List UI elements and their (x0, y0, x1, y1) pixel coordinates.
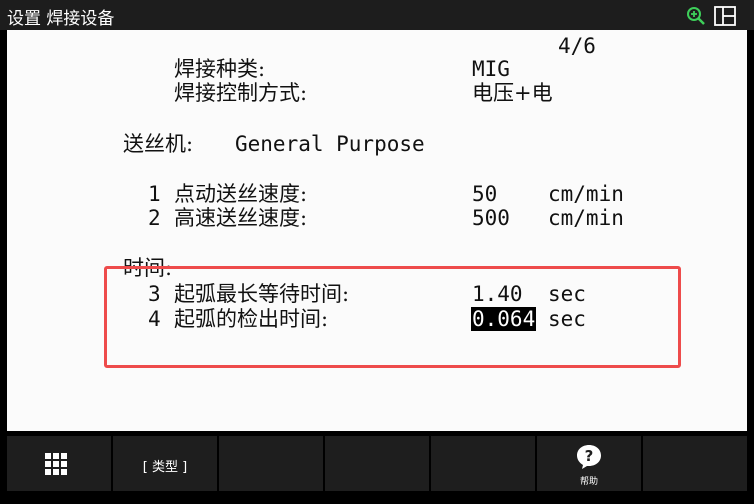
welding-control-label: 焊接控制方式: (174, 81, 308, 105)
window-title: 设置 焊接设备 (7, 9, 115, 29)
settings-panel: 4/6 焊接种类: MIG 焊接控制方式: 电压+电 送丝机: General … (7, 30, 747, 431)
svg-text:?: ? (585, 447, 594, 465)
welding-control-value[interactable]: 电压+电 (472, 81, 553, 105)
welding-type-value[interactable]: MIG (472, 57, 510, 81)
softkey-5[interactable] (431, 436, 537, 491)
high-feed-speed-unit: cm/min (548, 206, 624, 230)
high-feed-speed-label: 高速送丝速度: (174, 206, 308, 230)
jog-feed-speed-value[interactable]: 50 (472, 182, 497, 206)
grid-menu-icon (45, 453, 67, 475)
help-icon: ? (577, 445, 601, 469)
item-number: 2 (148, 206, 161, 230)
split-window-icon[interactable] (714, 6, 736, 26)
page-indicator: 4/6 (558, 34, 596, 58)
softkey-3[interactable] (219, 436, 325, 491)
softkey-7[interactable] (643, 436, 747, 491)
softkey-help[interactable]: ? 帮助 (537, 436, 643, 491)
softkey-4[interactable] (325, 436, 431, 491)
softkey-type[interactable]: [ 类型 ] (113, 436, 219, 491)
highlight-box (104, 266, 681, 368)
softkey-bar: [ 类型 ] ? 帮助 (7, 436, 747, 491)
item-number: 1 (148, 182, 161, 206)
wire-feeder-label: 送丝机: (123, 132, 194, 156)
high-feed-speed-value[interactable]: 500 (472, 206, 510, 230)
title-bar: 设置 焊接设备 (0, 0, 754, 30)
softkey-type-label: [ 类型 ] (142, 460, 188, 475)
softkey-help-label: 帮助 (579, 477, 598, 487)
jog-feed-speed-unit: cm/min (548, 182, 624, 206)
wire-feeder-value: General Purpose (235, 132, 425, 156)
jog-feed-speed-label: 点动送丝速度: (174, 182, 308, 206)
zoom-in-icon[interactable] (686, 6, 706, 26)
welding-type-label: 焊接种类: (174, 57, 266, 81)
softkey-menu[interactable] (7, 436, 113, 491)
